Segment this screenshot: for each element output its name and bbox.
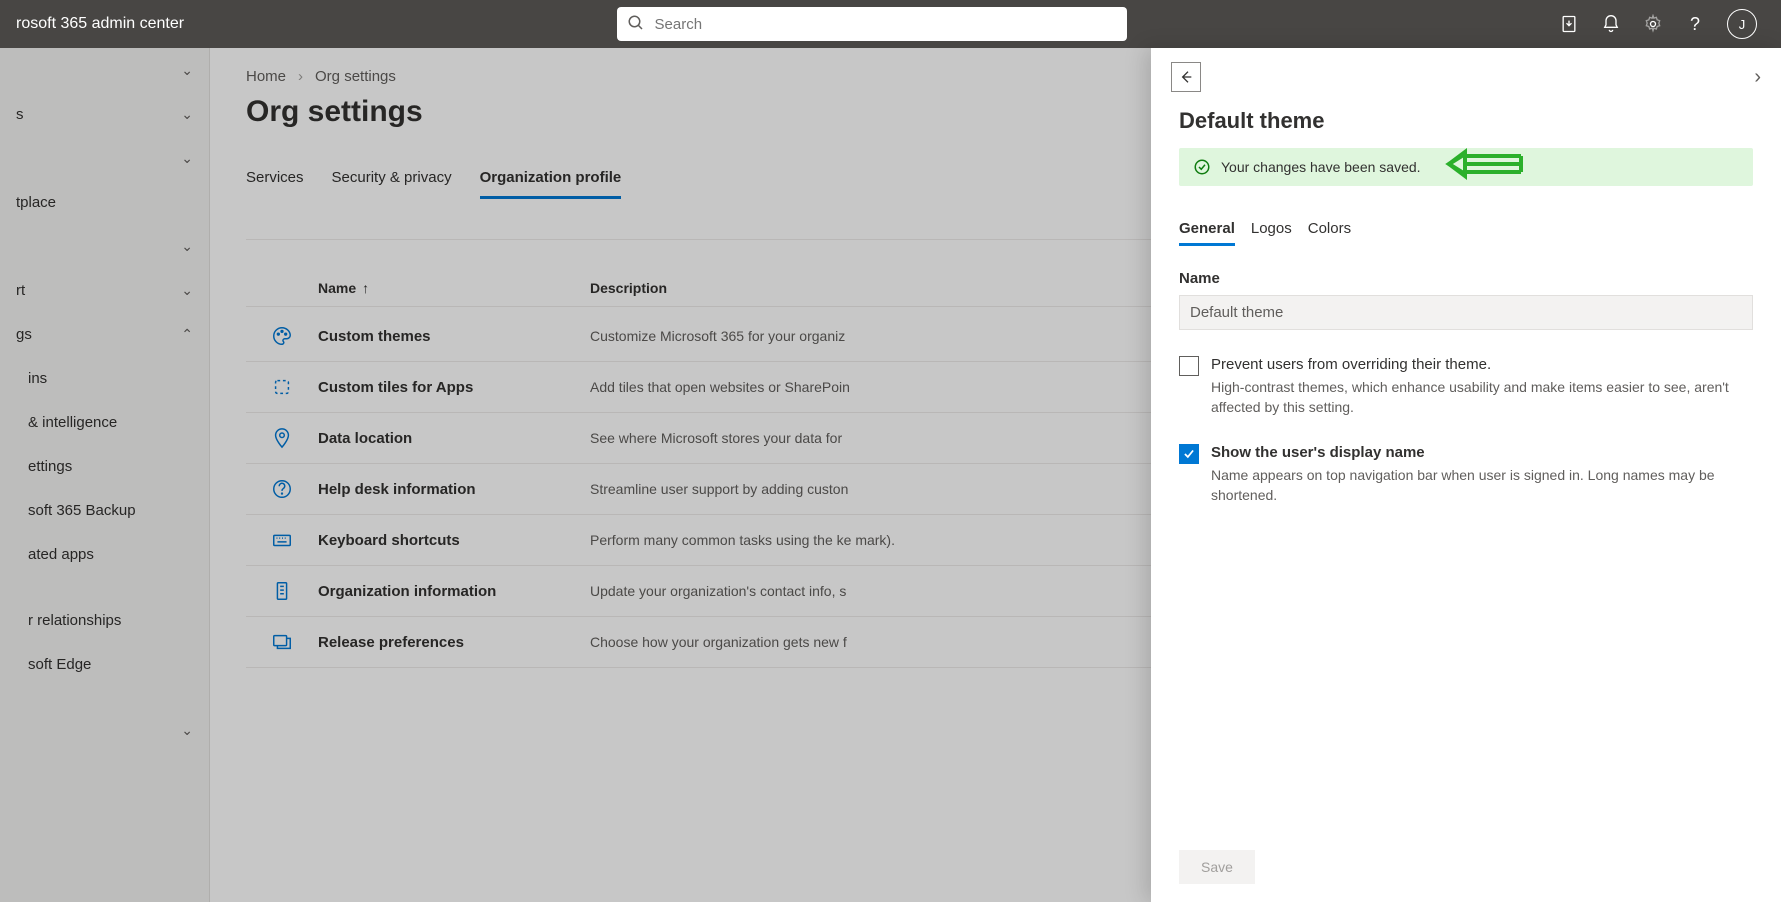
checkbox-help: High-contrast themes, which enhance usab… [1211,377,1753,418]
tile-icon [246,376,318,398]
chevron-down-icon: ⌄ [181,238,193,255]
search-box[interactable] [617,7,1127,41]
sidebar-item[interactable]: soft 365 Backup [0,488,209,532]
back-button[interactable] [1171,62,1201,92]
checkbox-prevent-override[interactable] [1179,356,1199,376]
chevron-right-icon: › [298,68,303,85]
sidebar-item-settings[interactable]: gs⌃ [0,312,209,356]
details-panel: › Default theme Your changes have been s… [1151,48,1781,902]
row-name: Custom tiles for Apps [318,379,590,396]
row-name: Help desk information [318,481,590,498]
sort-arrow-icon: ↑ [362,280,369,296]
avatar[interactable]: J [1727,9,1757,39]
keyboard-icon [246,529,318,551]
checkbox-show-display-name[interactable] [1179,444,1199,464]
tab-services[interactable]: Services [246,159,304,199]
sidebar-item[interactable]: ⌄ [0,708,209,752]
chevron-down-icon: ⌄ [181,150,193,167]
panel-title: Default theme [1171,108,1761,134]
sidebar-item[interactable]: soft Edge [0,642,209,686]
sidebar: ⌄ s⌄ ⌄ tplace ⌄ rt⌄ gs⌃ ins & intelligen… [0,48,210,902]
sidebar-item[interactable]: & intelligence [0,400,209,444]
sidebar-item-marketplace[interactable]: tplace [0,180,209,224]
tab-colors[interactable]: Colors [1308,214,1351,246]
settings-icon[interactable] [1643,14,1663,34]
breadcrumb-current: Org settings [315,68,396,85]
search-icon [627,14,645,35]
row-name: Keyboard shortcuts [318,532,590,549]
next-icon[interactable]: › [1754,66,1761,89]
sidebar-item[interactable]: ated apps [0,532,209,576]
column-name[interactable]: Name↑ [246,280,590,296]
sidebar-item[interactable]: r relationships [0,598,209,642]
top-bar: rosoft 365 admin center ? J [0,0,1781,48]
location-icon [246,427,318,449]
tab-organization-profile[interactable]: Organization profile [480,159,622,199]
sidebar-item[interactable]: s⌄ [0,92,209,136]
row-name: Release preferences [318,634,590,651]
panel-tabs: General Logos Colors [1179,214,1753,246]
annotation-arrow-icon [1443,146,1523,185]
checkbox-label: Show the user's display name [1211,444,1753,461]
save-button[interactable]: Save [1179,850,1255,884]
help-icon[interactable]: ? [1685,14,1705,34]
checkbox-label: Prevent users from overriding their them… [1211,356,1753,373]
search-input[interactable] [655,16,1117,33]
name-label: Name [1179,270,1753,287]
chevron-down-icon: ⌄ [181,62,193,79]
chevron-up-icon: ⌃ [181,326,193,343]
tab-security-privacy[interactable]: Security & privacy [332,159,452,199]
success-message: Your changes have been saved. [1179,148,1753,186]
chevron-down-icon: ⌄ [181,722,193,739]
tab-general[interactable]: General [1179,214,1235,246]
row-name: Data location [318,430,590,447]
chevron-down-icon: ⌄ [181,106,193,123]
sidebar-item[interactable]: rt⌄ [0,268,209,312]
sidebar-item[interactable]: ettings [0,444,209,488]
name-field[interactable] [1179,295,1753,330]
row-name: Organization information [318,583,590,600]
help-icon [246,478,318,500]
sidebar-item[interactable]: ins [0,356,209,400]
breadcrumb-home[interactable]: Home [246,68,286,85]
chevron-down-icon: ⌄ [181,282,193,299]
sidebar-item[interactable]: ⌄ [0,136,209,180]
install-icon[interactable] [1559,14,1579,34]
notifications-icon[interactable] [1601,14,1621,34]
org-icon [246,580,318,602]
app-title: rosoft 365 admin center [12,15,184,33]
row-name: Custom themes [318,328,590,345]
tab-logos[interactable]: Logos [1251,214,1292,246]
sidebar-item[interactable]: ⌄ [0,224,209,268]
checkmark-icon [1193,158,1211,176]
sidebar-item[interactable]: ⌄ [0,48,209,92]
palette-icon [246,325,318,347]
release-icon [246,631,318,653]
checkbox-help: Name appears on top navigation bar when … [1211,465,1753,506]
